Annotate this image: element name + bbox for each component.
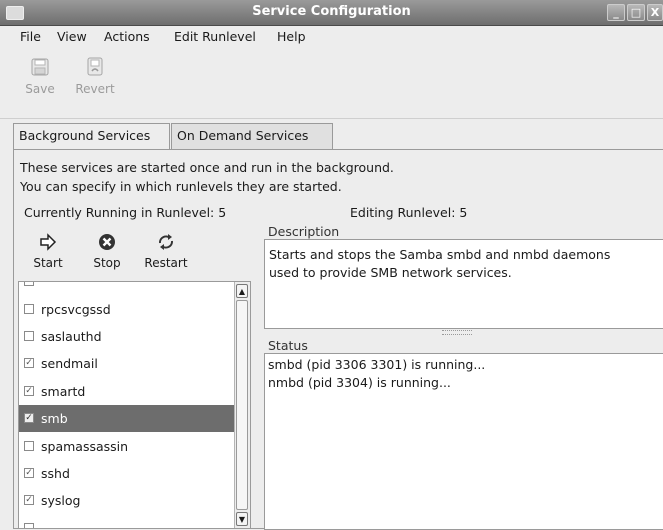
service-checkbox[interactable] xyxy=(24,331,34,341)
list-item-selected[interactable]: ✓ smb xyxy=(19,405,235,432)
service-name: spamassassin xyxy=(41,439,129,454)
service-checkbox[interactable] xyxy=(24,523,34,528)
background-services-panel: These services are started once and run … xyxy=(13,149,663,530)
list-item[interactable]: ✓ sendmail xyxy=(19,350,235,377)
list-item[interactable]: ✓ smartd xyxy=(19,378,235,405)
menu-edit-runlevel[interactable]: Edit Runlevel xyxy=(174,29,256,44)
services-scrollbar[interactable]: ▲ ▼ xyxy=(234,282,250,528)
service-checkbox[interactable]: ✓ xyxy=(24,468,34,478)
list-item[interactable]: spamassassin xyxy=(19,433,235,460)
restart-label: Restart xyxy=(144,256,188,270)
scroll-down-arrow-icon[interactable]: ▼ xyxy=(236,512,248,526)
list-item[interactable]: ✓ sshd xyxy=(19,460,235,487)
status-label: Status xyxy=(265,338,311,353)
revert-label: Revert xyxy=(75,82,115,96)
arrow-right-icon xyxy=(40,233,57,251)
status-box: smbd (pid 3306 3301) is running... nmbd … xyxy=(264,353,663,530)
services-list[interactable]: rpcsvcgssd saslauthd ✓ sendmail ✓ smartd… xyxy=(18,281,251,529)
stop-icon xyxy=(99,234,115,250)
close-button[interactable]: X xyxy=(647,4,663,21)
service-name: smb xyxy=(41,411,68,426)
service-name: saslauthd xyxy=(41,329,102,344)
restart-button[interactable]: Restart xyxy=(138,232,194,270)
revert-button[interactable]: Revert xyxy=(72,56,118,96)
menu-bar: File View Actions Edit Runlevel Help xyxy=(0,26,663,48)
status-line-2: nmbd (pid 3304) is running... xyxy=(268,375,451,390)
description-line-1: Starts and stops the Samba smbd and nmbd… xyxy=(269,247,611,262)
service-checkbox[interactable]: ✓ xyxy=(24,358,34,368)
current-runlevel-label: Currently Running in Runlevel: 5 xyxy=(24,205,227,220)
service-name: sendmail xyxy=(41,356,98,371)
tab-on-demand-services[interactable]: On Demand Services xyxy=(171,123,333,149)
editing-runlevel-label: Editing Runlevel: 5 xyxy=(350,205,468,220)
service-name: rpcsvcgssd xyxy=(41,302,111,317)
save-icon xyxy=(31,58,49,76)
toolbar: Save Revert xyxy=(0,48,663,119)
list-item[interactable]: ✓ syslog xyxy=(19,487,235,514)
start-button[interactable]: Start xyxy=(20,232,76,270)
list-item[interactable] xyxy=(19,515,235,528)
service-checkbox[interactable] xyxy=(24,304,34,314)
service-name: sshd xyxy=(41,466,70,481)
description-label: Description xyxy=(265,224,343,239)
status-line-1: smbd (pid 3306 3301) is running... xyxy=(268,357,486,372)
stop-label: Stop xyxy=(93,256,121,270)
service-checkbox[interactable] xyxy=(24,441,34,451)
list-item[interactable] xyxy=(19,282,235,295)
service-checkbox[interactable] xyxy=(24,282,34,286)
menu-help[interactable]: Help xyxy=(277,29,306,44)
minimize-button[interactable]: _ xyxy=(607,4,625,21)
list-item[interactable]: saslauthd xyxy=(19,323,235,350)
start-label: Start xyxy=(33,256,63,270)
scroll-thumb[interactable] xyxy=(236,300,248,510)
description-line-2: used to provide SMB network services. xyxy=(269,265,512,280)
info-line-1: These services are started once and run … xyxy=(20,160,394,175)
save-label: Save xyxy=(25,82,55,96)
info-line-2: You can specify in which runlevels they … xyxy=(20,179,342,194)
window-title: Service Configuration xyxy=(252,4,411,19)
menu-view[interactable]: View xyxy=(57,29,87,44)
pane-resize-grip[interactable] xyxy=(442,330,472,335)
menu-actions[interactable]: Actions xyxy=(104,29,150,44)
revert-icon xyxy=(87,57,103,76)
tab-background-services[interactable]: Background Services xyxy=(13,123,170,150)
menu-file[interactable]: File xyxy=(20,29,41,44)
service-checkbox[interactable]: ✓ xyxy=(24,386,34,396)
list-item[interactable]: rpcsvcgssd xyxy=(19,296,235,323)
service-name: smartd xyxy=(41,384,86,399)
title-bar: Service Configuration _ □ X xyxy=(0,0,663,26)
service-checkbox[interactable]: ✓ xyxy=(24,413,34,423)
stop-button[interactable]: Stop xyxy=(79,232,135,270)
maximize-button[interactable]: □ xyxy=(627,4,645,21)
save-button[interactable]: Save xyxy=(17,56,63,96)
service-name: syslog xyxy=(41,493,81,508)
scroll-up-arrow-icon[interactable]: ▲ xyxy=(236,284,248,298)
description-box: Starts and stops the Samba smbd and nmbd… xyxy=(264,239,663,329)
restart-icon xyxy=(159,234,173,250)
service-checkbox[interactable]: ✓ xyxy=(24,495,34,505)
